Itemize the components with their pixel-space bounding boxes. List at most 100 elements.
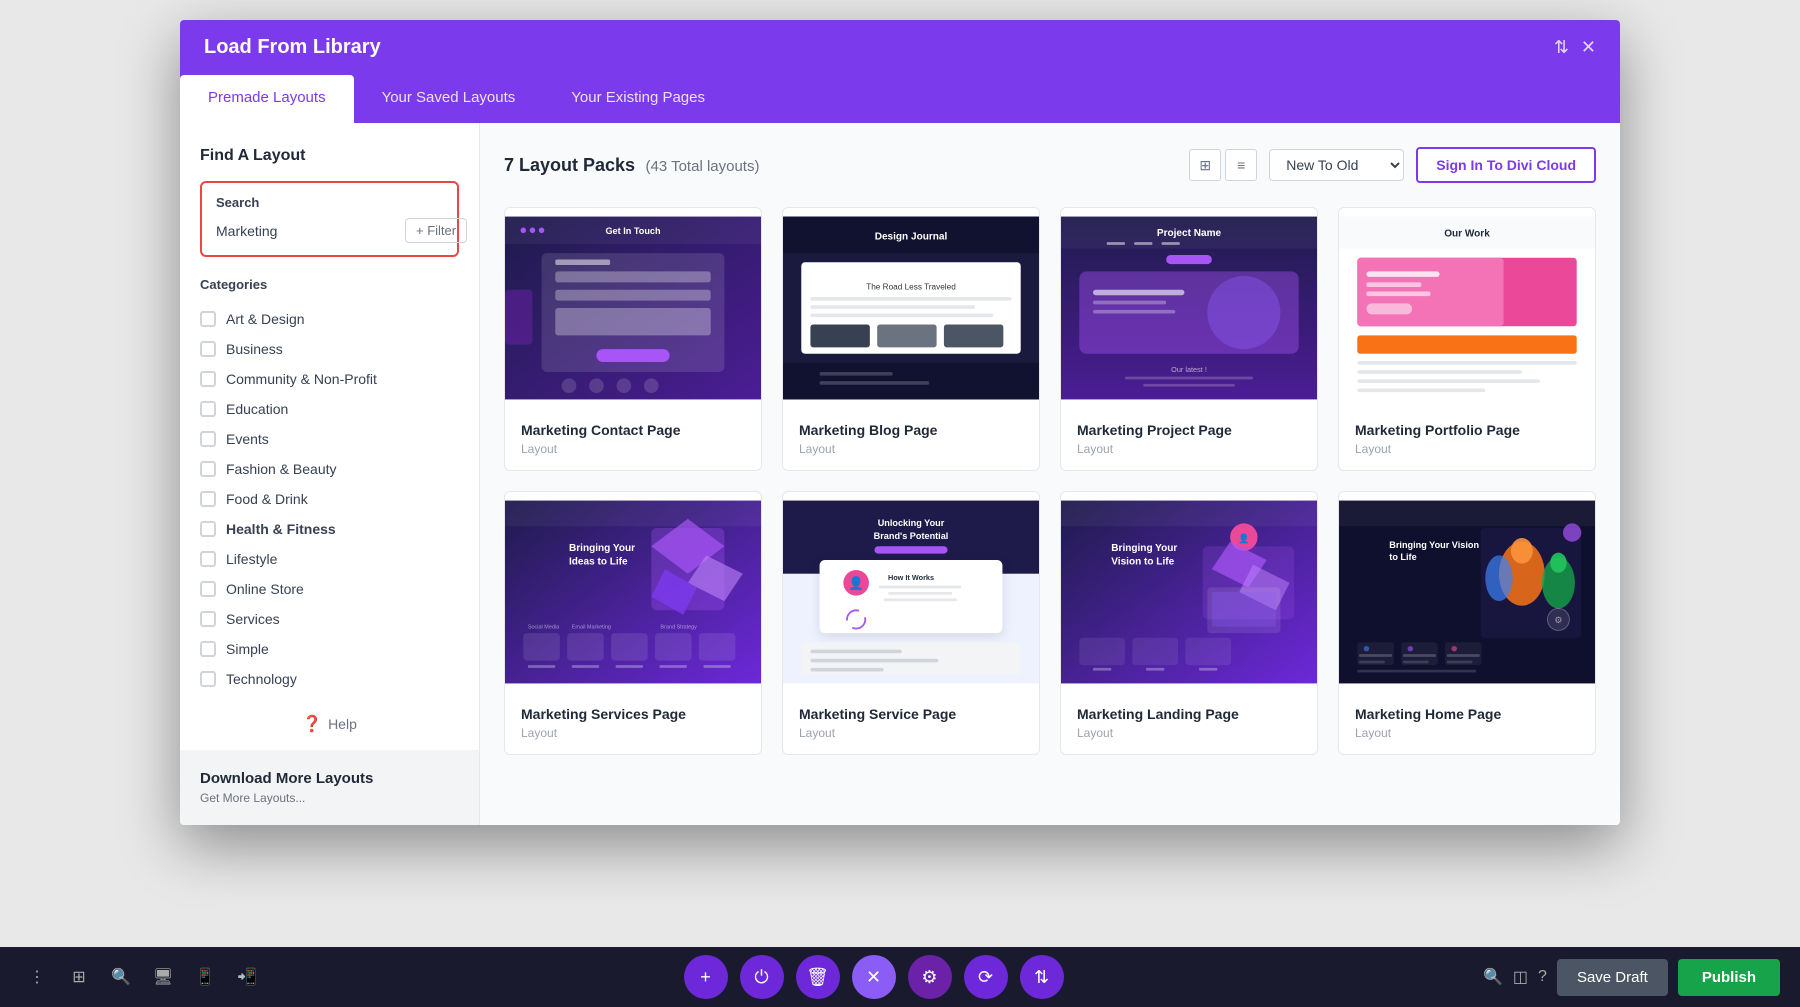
layout-name-home: Marketing Home Page: [1355, 706, 1579, 722]
svg-text:How It Works: How It Works: [888, 573, 934, 582]
modal-close-icon[interactable]: ✕: [1581, 37, 1596, 58]
svg-text:Brand Strategy: Brand Strategy: [660, 625, 697, 631]
desktop-view-button[interactable]: 🖥: [146, 960, 180, 994]
checkbox-business[interactable]: [200, 341, 216, 357]
category-label-fashion: Fashion & Beauty: [226, 461, 337, 477]
layout-type-service: Layout: [799, 726, 1023, 740]
search-input[interactable]: [216, 223, 397, 239]
layout-name-project: Marketing Project Page: [1077, 422, 1301, 438]
layout-card-blog[interactable]: Design Journal The Road Less Traveled: [782, 207, 1040, 471]
content-header-right: ⊞ ≡ New To Old Old To New A to Z Z to A …: [1189, 147, 1596, 183]
layout-card-project[interactable]: Project Name: [1060, 207, 1318, 471]
category-food[interactable]: Food & Drink: [200, 484, 459, 514]
search-label: Search: [216, 195, 443, 210]
layout-card-contact[interactable]: Get In Touch: [504, 207, 762, 471]
download-section: Download More Layouts Get More Layouts..…: [180, 750, 479, 825]
grid-view-button[interactable]: ⊞: [1189, 149, 1221, 181]
layout-info-landing: Marketing Landing Page Layout: [1061, 692, 1317, 754]
power-button[interactable]: ⏻: [740, 955, 784, 999]
category-services[interactable]: Services: [200, 604, 459, 634]
svg-text:⚙: ⚙: [1554, 615, 1562, 625]
svg-text:Our Work: Our Work: [1444, 229, 1490, 240]
category-fashion[interactable]: Fashion & Beauty: [200, 454, 459, 484]
checkbox-fashion[interactable]: [200, 461, 216, 477]
layout-name-blog: Marketing Blog Page: [799, 422, 1023, 438]
adjust-button[interactable]: ⇅: [1020, 955, 1064, 999]
svg-text:The Road Less Traveled: The Road Less Traveled: [866, 283, 956, 292]
sign-in-button[interactable]: Sign In To Divi Cloud: [1416, 147, 1596, 183]
filter-button[interactable]: + Filter: [405, 218, 467, 243]
tab-saved[interactable]: Your Saved Layouts: [354, 75, 544, 123]
category-education[interactable]: Education: [200, 394, 459, 424]
category-label-technology: Technology: [226, 671, 297, 687]
layout-card-portfolio[interactable]: Our Work: [1338, 207, 1596, 471]
category-label-simple: Simple: [226, 641, 269, 657]
download-title: Download More Layouts: [200, 770, 459, 787]
layout-card-landing[interactable]: Bringing Your Vision to Life 👤: [1060, 491, 1318, 755]
category-art-design[interactable]: Art & Design: [200, 304, 459, 334]
category-community[interactable]: Community & Non-Profit: [200, 364, 459, 394]
sidebar: Find A Layout Search + Filter Categories…: [180, 123, 480, 825]
tablet-view-button[interactable]: 📱: [188, 960, 222, 994]
sort-select[interactable]: New To Old Old To New A to Z Z to A: [1269, 149, 1404, 181]
category-online-store[interactable]: Online Store: [200, 574, 459, 604]
svg-text:Our latest !: Our latest !: [1171, 365, 1207, 374]
svg-text:Get In Touch: Get In Touch: [605, 226, 661, 236]
search-box: Search + Filter: [200, 181, 459, 257]
help-icon[interactable]: ?: [1538, 968, 1547, 986]
layout-name-landing: Marketing Landing Page: [1077, 706, 1301, 722]
category-health[interactable]: Health & Fitness: [200, 514, 459, 544]
checkbox-technology[interactable]: [200, 671, 216, 687]
modal-header-actions: ⇅ ✕: [1554, 37, 1596, 58]
search-button[interactable]: 🔍: [104, 960, 138, 994]
search-small-icon[interactable]: 🔍: [1483, 967, 1503, 987]
layouts-grid: Get In Touch: [504, 207, 1596, 755]
svg-text:Bringing Your Vision: Bringing Your Vision: [1389, 540, 1479, 550]
grid-button[interactable]: ⊞: [62, 960, 96, 994]
tab-premade[interactable]: Premade Layouts: [180, 75, 354, 123]
checkbox-education[interactable]: [200, 401, 216, 417]
checkbox-health[interactable]: [200, 521, 216, 537]
history-button[interactable]: ⟳: [964, 955, 1008, 999]
category-lifestyle[interactable]: Lifestyle: [200, 544, 459, 574]
layout-info-contact: Marketing Contact Page Layout: [505, 408, 761, 470]
mobile-view-button[interactable]: 📲: [230, 960, 264, 994]
category-label-health: Health & Fitness: [226, 521, 336, 537]
more-options-button[interactable]: ⋮: [20, 960, 54, 994]
sidebar-title: Find A Layout: [200, 147, 459, 165]
layout-card-service[interactable]: Unlocking Your Brand's Potential 👤 How I…: [782, 491, 1040, 755]
checkbox-events[interactable]: [200, 431, 216, 447]
settings-button[interactable]: ⚙: [908, 955, 952, 999]
checkbox-community[interactable]: [200, 371, 216, 387]
add-button[interactable]: +: [684, 955, 728, 999]
layout-card-home[interactable]: Bringing Your Vision to Life: [1338, 491, 1596, 755]
layout-card-services[interactable]: Bringing Your Ideas to Life: [504, 491, 762, 755]
thumbnail-home: Bringing Your Vision to Life: [1339, 492, 1595, 692]
svg-text:Bringing Your: Bringing Your: [1111, 543, 1177, 554]
modal-body: Find A Layout Search + Filter Categories…: [180, 123, 1620, 825]
thumbnail-svg-contact: Get In Touch: [505, 208, 761, 408]
checkbox-art-design[interactable]: [200, 311, 216, 327]
checkbox-lifestyle[interactable]: [200, 551, 216, 567]
modal-overlay: Load From Library ⇅ ✕ Premade Layouts Yo…: [0, 0, 1800, 947]
checkbox-online-store[interactable]: [200, 581, 216, 597]
category-technology[interactable]: Technology: [200, 664, 459, 694]
toolbar-center: + ⏻ 🗑 ✕ ⚙ ⟳ ⇅: [684, 955, 1064, 999]
save-draft-button[interactable]: Save Draft: [1557, 959, 1668, 996]
checkbox-simple[interactable]: [200, 641, 216, 657]
category-business[interactable]: Business: [200, 334, 459, 364]
publish-button[interactable]: Publish: [1678, 959, 1780, 996]
thumbnail-svg-portfolio: Our Work: [1339, 208, 1595, 408]
list-view-button[interactable]: ≡: [1225, 149, 1257, 181]
help-link[interactable]: ❓ Help: [200, 714, 459, 734]
category-events[interactable]: Events: [200, 424, 459, 454]
layers-icon[interactable]: ◫: [1513, 967, 1528, 987]
layout-name-portfolio: Marketing Portfolio Page: [1355, 422, 1579, 438]
checkbox-food[interactable]: [200, 491, 216, 507]
trash-button[interactable]: 🗑: [796, 955, 840, 999]
tab-existing[interactable]: Your Existing Pages: [543, 75, 733, 123]
pin-icon[interactable]: ⇅: [1554, 37, 1569, 58]
category-simple[interactable]: Simple: [200, 634, 459, 664]
close-center-button[interactable]: ✕: [852, 955, 896, 999]
checkbox-services[interactable]: [200, 611, 216, 627]
